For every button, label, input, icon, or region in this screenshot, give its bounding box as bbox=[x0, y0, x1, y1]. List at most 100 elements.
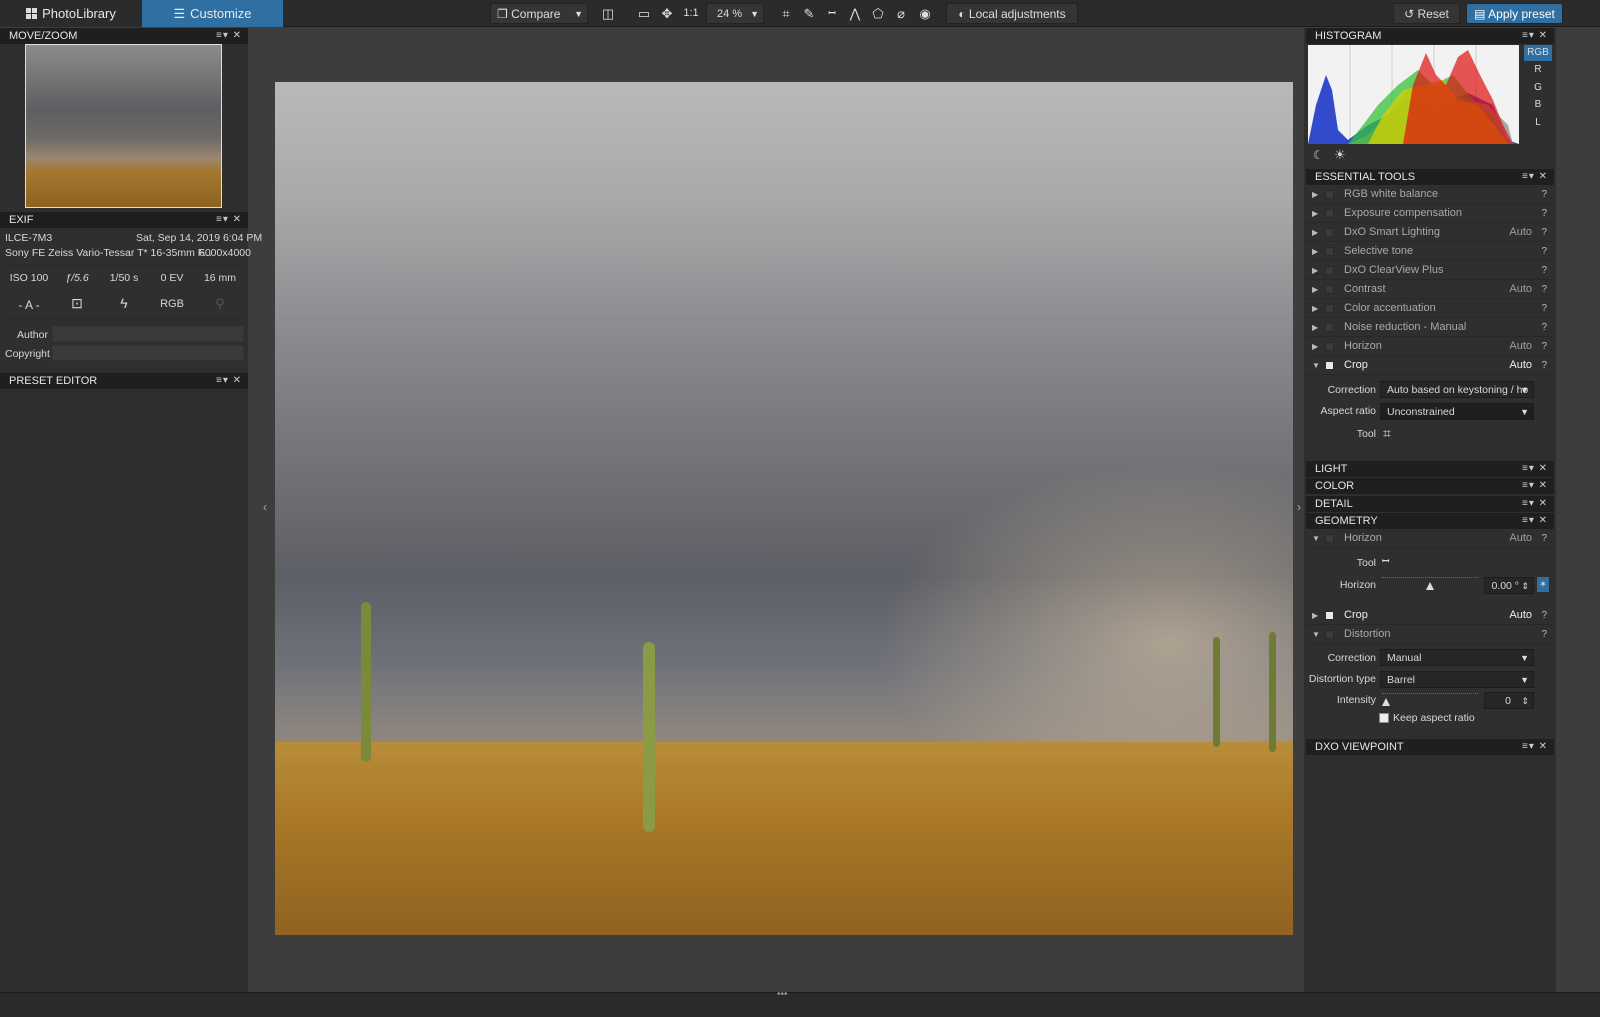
color-header[interactable]: COLOR ≡▾ ✕ bbox=[1306, 478, 1554, 494]
sun-icon[interactable]: ☀ bbox=[1334, 147, 1346, 163]
panel-close-icon[interactable]: ≡▾ ✕ bbox=[1522, 478, 1548, 494]
geometry-header[interactable]: GEOMETRY ≡▾ ✕ bbox=[1306, 513, 1554, 529]
collapse-icon[interactable]: ▼ bbox=[1312, 356, 1320, 375]
auto-horizon-button[interactable]: ✶ bbox=[1537, 577, 1549, 592]
light-header[interactable]: LIGHT ≡▾ ✕ bbox=[1306, 461, 1554, 477]
enable-checkbox[interactable] bbox=[1325, 611, 1334, 620]
drag-handle-icon[interactable]: ••• bbox=[777, 989, 788, 1000]
chevron-down-icon[interactable]: ▼ bbox=[574, 4, 583, 25]
auto-button[interactable]: Auto bbox=[1509, 356, 1532, 375]
channel-l[interactable]: L bbox=[1524, 115, 1552, 131]
apply-preset-button[interactable]: ▤ Apply preset bbox=[1466, 3, 1563, 24]
dist-correction-select[interactable]: Manual ▼ bbox=[1380, 649, 1534, 666]
expand-icon[interactable]: ▶ bbox=[1312, 606, 1318, 625]
eyedropper-icon[interactable]: ✎ bbox=[799, 4, 819, 23]
tool-row-noise-reduction[interactable]: ▶ Noise reduction - Manual? bbox=[1306, 318, 1554, 337]
auto-button[interactable]: Auto bbox=[1509, 280, 1532, 299]
move-icon[interactable]: ✥ bbox=[657, 4, 677, 23]
spinner-icon[interactable]: ⇕ bbox=[1521, 693, 1529, 708]
panel-close-icon[interactable]: ≡▾ ✕ bbox=[1522, 496, 1548, 512]
moon-icon[interactable]: ☾ bbox=[1313, 148, 1324, 162]
tool-row-smart-lighting[interactable]: ▶ DxO Smart Lighting Auto? bbox=[1306, 223, 1554, 242]
ratio-1to1-button[interactable]: 1:1 bbox=[681, 4, 701, 23]
tab-customize[interactable]: ☰ Customize bbox=[142, 0, 283, 27]
collapse-left-icon[interactable]: ‹ bbox=[263, 500, 267, 514]
panel-close-icon[interactable]: ≡▾ ✕ bbox=[1522, 169, 1548, 185]
help-icon[interactable]: ? bbox=[1541, 337, 1547, 356]
enable-checkbox[interactable] bbox=[1325, 323, 1334, 332]
expand-icon[interactable]: ▶ bbox=[1312, 261, 1318, 280]
help-icon[interactable]: ? bbox=[1541, 606, 1547, 625]
auto-button[interactable]: Auto bbox=[1509, 337, 1532, 356]
panel-close-icon[interactable]: ≡▾ ✕ bbox=[216, 212, 242, 228]
auto-button[interactable]: Auto bbox=[1509, 223, 1532, 242]
help-icon[interactable]: ? bbox=[1541, 204, 1547, 223]
eye-icon[interactable]: ◉ bbox=[915, 4, 935, 23]
help-icon[interactable]: ? bbox=[1541, 185, 1547, 204]
enable-checkbox[interactable] bbox=[1325, 247, 1334, 256]
author-field[interactable] bbox=[52, 326, 244, 342]
help-icon[interactable]: ? bbox=[1541, 356, 1547, 375]
tool-row-color-accentuation[interactable]: ▶ Color accentuation? bbox=[1306, 299, 1554, 318]
horizon-slider-thumb[interactable] bbox=[1426, 582, 1434, 590]
enable-checkbox[interactable] bbox=[1325, 228, 1334, 237]
reset-button[interactable]: ↺ Reset bbox=[1393, 3, 1460, 24]
expand-icon[interactable]: ▶ bbox=[1312, 299, 1318, 318]
tool-row-selective-tone[interactable]: ▶ Selective tone? bbox=[1306, 242, 1554, 261]
panel-close-icon[interactable]: ≡▾ ✕ bbox=[1522, 28, 1548, 44]
fit-screen-icon[interactable]: ▭ bbox=[634, 4, 654, 23]
expand-icon[interactable]: ▶ bbox=[1312, 280, 1318, 299]
crop-icon[interactable]: ⌗ bbox=[776, 4, 796, 23]
enable-checkbox[interactable] bbox=[1325, 266, 1334, 275]
help-icon[interactable]: ? bbox=[1541, 242, 1547, 261]
detail-header[interactable]: DETAIL ≡▾ ✕ bbox=[1306, 496, 1554, 512]
tool-row-contrast[interactable]: ▶ Contrast Auto? bbox=[1306, 280, 1554, 299]
horizon-icon[interactable]: ꟷ bbox=[822, 4, 842, 23]
enable-checkbox[interactable] bbox=[1325, 285, 1334, 294]
enable-checkbox[interactable] bbox=[1325, 190, 1334, 199]
enable-checkbox[interactable] bbox=[1325, 361, 1334, 370]
panel-close-icon[interactable]: ≡▾ ✕ bbox=[1522, 513, 1548, 529]
horizon-tool-icon[interactable]: ꟷ bbox=[1382, 554, 1389, 567]
crop-correction-select[interactable]: Auto based on keystoning / ho ▼ bbox=[1380, 381, 1534, 398]
repair-icon[interactable]: ⌀ bbox=[891, 4, 911, 23]
spinner-icon[interactable]: ⇕ bbox=[1521, 578, 1529, 593]
collapse-right-icon[interactable]: › bbox=[1297, 500, 1301, 514]
horizon-value-field[interactable]: 0.00 ° ⇕ bbox=[1484, 577, 1534, 594]
auto-button[interactable]: Auto bbox=[1509, 606, 1532, 625]
enable-checkbox[interactable] bbox=[1325, 534, 1334, 543]
collapse-icon[interactable]: ▼ bbox=[1312, 529, 1320, 548]
filmstrip-handle[interactable]: ••• bbox=[0, 989, 1600, 1017]
enable-checkbox[interactable] bbox=[1325, 304, 1334, 313]
expand-icon[interactable]: ▶ bbox=[1312, 185, 1318, 204]
collapse-icon[interactable]: ▼ bbox=[1312, 625, 1320, 644]
help-icon[interactable]: ? bbox=[1541, 261, 1547, 280]
expand-icon[interactable]: ▶ bbox=[1312, 242, 1318, 261]
help-icon[interactable]: ? bbox=[1541, 625, 1547, 644]
geo-row-crop[interactable]: ▶ Crop Auto? bbox=[1306, 606, 1554, 625]
enable-checkbox[interactable] bbox=[1325, 630, 1334, 639]
panel-close-icon[interactable]: ≡▾ ✕ bbox=[1522, 461, 1548, 477]
navigator-thumbnail[interactable] bbox=[25, 44, 222, 208]
channel-g[interactable]: G bbox=[1524, 80, 1552, 96]
perspective-icon[interactable]: ⋀ bbox=[845, 4, 865, 23]
aspect-ratio-select[interactable]: Unconstrained ▼ bbox=[1380, 403, 1534, 420]
viewpoint-header[interactable]: DXO VIEWPOINT ≡▾ ✕ bbox=[1306, 739, 1554, 755]
help-icon[interactable]: ? bbox=[1541, 318, 1547, 337]
auto-button[interactable]: Auto bbox=[1509, 529, 1532, 548]
tool-row-exposure[interactable]: ▶ Exposure compensation? bbox=[1306, 204, 1554, 223]
enable-checkbox[interactable] bbox=[1325, 209, 1334, 218]
intensity-slider-thumb[interactable] bbox=[1382, 698, 1390, 706]
zoom-select[interactable]: 24 % ▼ bbox=[706, 3, 764, 24]
local-adjustments-button[interactable]: ◐ Local adjustments bbox=[946, 3, 1078, 24]
perspective-rect-icon[interactable]: ⬠ bbox=[868, 4, 888, 23]
crop-icon[interactable]: ⌗ bbox=[1383, 425, 1391, 442]
expand-icon[interactable]: ▶ bbox=[1312, 337, 1318, 356]
panel-close-icon[interactable]: ≡▾ ✕ bbox=[1522, 739, 1548, 755]
expand-icon[interactable]: ▶ bbox=[1312, 318, 1318, 337]
help-icon[interactable]: ? bbox=[1541, 529, 1547, 548]
copyright-field[interactable] bbox=[52, 345, 244, 361]
intensity-value-field[interactable]: 0 ⇕ bbox=[1484, 692, 1534, 709]
geo-row-horizon[interactable]: ▼ Horizon Auto? bbox=[1306, 529, 1554, 548]
channel-r[interactable]: R bbox=[1524, 62, 1552, 78]
